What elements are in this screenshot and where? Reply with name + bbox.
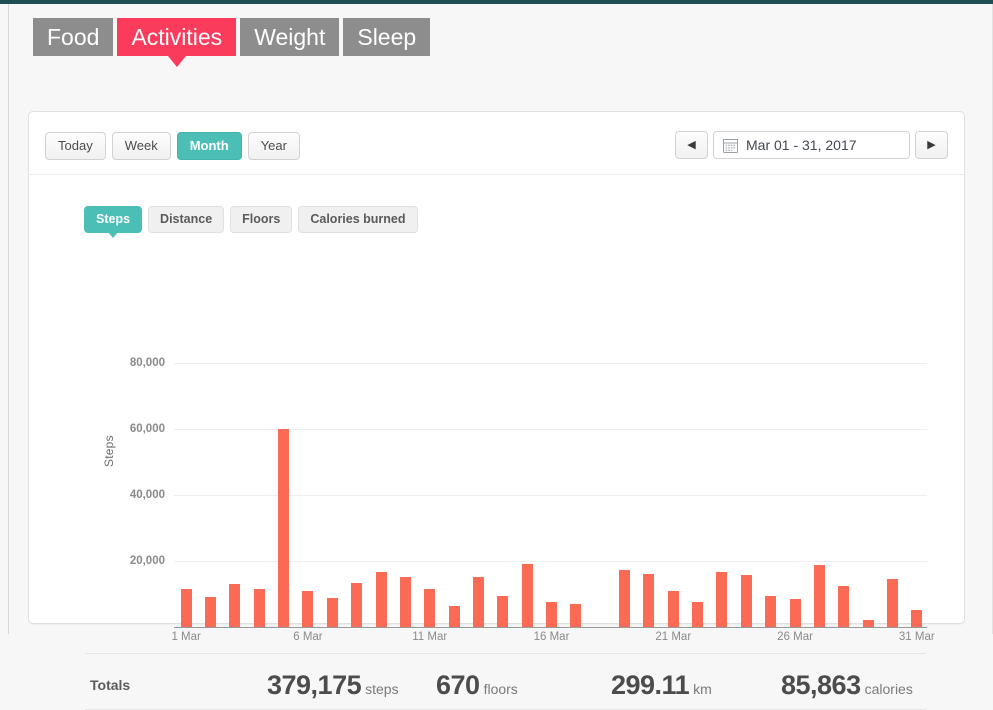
- top-accent-bar: [0, 0, 993, 4]
- period-button-today[interactable]: Today: [45, 132, 106, 160]
- x-axis-tick-label: 31 Mar: [898, 631, 935, 643]
- total-unit: calories: [864, 681, 913, 697]
- total-steps: 379,175 steps: [267, 670, 399, 701]
- bar[interactable]: [692, 601, 704, 627]
- total-value: 379,175: [267, 670, 362, 700]
- bar[interactable]: [205, 596, 217, 627]
- date-next-button[interactable]: ▶: [915, 131, 948, 159]
- total-km: 299.11 km: [611, 670, 712, 701]
- bar[interactable]: [521, 564, 533, 627]
- bar[interactable]: [838, 586, 850, 627]
- x-axis-tick-label: 11 Mar: [412, 631, 448, 643]
- metric-tab-steps[interactable]: Steps: [84, 206, 143, 238]
- period-selector: Today Week Month Year: [45, 132, 300, 160]
- calendar-icon: [723, 138, 738, 153]
- chevron-right-icon: ▶: [927, 138, 936, 151]
- bar[interactable]: [326, 597, 338, 627]
- period-button-year[interactable]: Year: [247, 132, 300, 160]
- bar[interactable]: [546, 602, 557, 627]
- total-value: 299.11: [611, 670, 690, 700]
- nav-tab-weight[interactable]: Weight: [240, 18, 340, 56]
- total-calories: 85,863 calories: [781, 670, 913, 701]
- metric-tab-floors[interactable]: Floors: [230, 206, 293, 233]
- y-axis-tick-label: 80,000: [129, 357, 165, 369]
- bar[interactable]: [911, 609, 923, 627]
- bar[interactable]: [619, 570, 631, 627]
- bar[interactable]: [667, 590, 679, 627]
- date-range-text: Mar 01 - 31, 2017: [746, 137, 857, 153]
- bar[interactable]: [740, 575, 752, 627]
- period-button-week[interactable]: Week: [111, 132, 171, 160]
- bar[interactable]: [375, 571, 387, 627]
- metric-tab-distance[interactable]: Distance: [148, 206, 225, 233]
- x-axis-tick-label: 6 Mar: [293, 631, 323, 643]
- left-page-rule: [8, 4, 9, 634]
- metric-tabs: Steps Distance Floors Calories burned: [84, 206, 418, 238]
- x-axis-tick-label: 26 Mar: [777, 631, 813, 643]
- x-axis-tick-label: 16 Mar: [533, 631, 570, 643]
- panel-header: Today Week Month Year ◀ Mar 01 - 31, 201…: [29, 112, 964, 175]
- bar[interactable]: [765, 595, 777, 627]
- bar[interactable]: [399, 576, 411, 627]
- bar[interactable]: [789, 598, 801, 627]
- total-unit: floors: [483, 681, 518, 697]
- total-value: 670: [436, 670, 480, 700]
- y-axis-tick-label: 40,000: [129, 489, 165, 501]
- date-navigator: ◀ Mar 01 - 31, 2017 ▶: [675, 131, 948, 159]
- bar[interactable]: [253, 589, 265, 627]
- chevron-left-icon: ◀: [687, 138, 696, 151]
- bar[interactable]: [862, 620, 874, 627]
- x-axis-tick-label: 1 Mar: [171, 631, 201, 643]
- total-value: 85,863: [781, 670, 861, 700]
- bar[interactable]: [278, 429, 290, 627]
- nav-tab-activities[interactable]: Activities: [117, 18, 237, 67]
- bar[interactable]: [448, 606, 460, 627]
- bar[interactable]: [497, 596, 509, 627]
- y-axis-tick-label: 60,000: [129, 423, 165, 435]
- bar[interactable]: [351, 583, 363, 627]
- metric-tab-calories-burned[interactable]: Calories burned: [298, 206, 418, 233]
- bar[interactable]: [716, 571, 728, 627]
- bar[interactable]: [180, 589, 192, 627]
- y-axis-tick-label: 20,000: [129, 555, 165, 567]
- nav-tab-sleep[interactable]: Sleep: [343, 18, 431, 56]
- x-axis-line: [174, 627, 927, 628]
- totals-label: Totals: [90, 677, 131, 693]
- nav-tab-food[interactable]: Food: [33, 18, 114, 56]
- totals-divider-top: [85, 653, 926, 654]
- period-button-month[interactable]: Month: [176, 132, 242, 160]
- bar[interactable]: [302, 590, 314, 627]
- total-floors: 670 floors: [436, 670, 518, 701]
- bar[interactable]: [472, 576, 484, 627]
- gridline: [174, 363, 927, 364]
- totals-row: Totals 379,175 steps 670 floors 299.11 km 85,8…: [29, 664, 964, 710]
- bar[interactable]: [886, 579, 898, 627]
- date-prev-button[interactable]: ◀: [675, 131, 708, 159]
- total-unit: steps: [365, 681, 399, 697]
- bar[interactable]: [424, 589, 436, 627]
- main-nav: Food Activities Weight Sleep: [33, 18, 431, 67]
- total-unit: km: [693, 681, 712, 697]
- date-range-picker[interactable]: Mar 01 - 31, 2017: [713, 131, 910, 159]
- x-axis-tick-label: 21 Mar: [655, 631, 692, 643]
- bar[interactable]: [813, 565, 825, 627]
- bar[interactable]: [570, 603, 582, 627]
- bar[interactable]: [229, 584, 241, 627]
- bar[interactable]: [643, 574, 655, 627]
- y-axis-label: Steps: [102, 435, 116, 467]
- activities-panel: Today Week Month Year ◀ Mar 01 - 31, 201…: [28, 111, 965, 710]
